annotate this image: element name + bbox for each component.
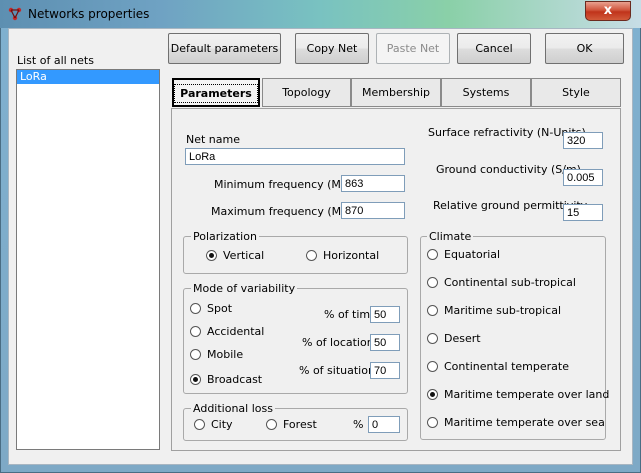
forest-label: Forest bbox=[283, 418, 317, 431]
time-pct-input[interactable] bbox=[370, 306, 400, 323]
climate-maritime-temperate-land-radio[interactable] bbox=[427, 389, 438, 400]
mobile-radio[interactable] bbox=[190, 349, 201, 360]
locations-pct-label: % of locations bbox=[302, 336, 380, 349]
vertical-radio[interactable] bbox=[206, 250, 217, 261]
accidental-label: Accidental bbox=[207, 325, 265, 338]
city-label: City bbox=[211, 418, 233, 431]
climate-continental-subtropical-radio[interactable] bbox=[427, 277, 438, 288]
close-icon: x bbox=[603, 3, 613, 18]
copy-net-button[interactable]: Copy Net bbox=[295, 33, 369, 64]
broadcast-label: Broadcast bbox=[207, 373, 263, 386]
min-frequency-label: Minimum frequency (MHz) bbox=[214, 178, 360, 191]
paste-net-button[interactable]: Paste Net bbox=[376, 33, 450, 64]
close-button[interactable]: x bbox=[585, 1, 631, 21]
ground-conductivity-input[interactable] bbox=[563, 169, 603, 186]
vertical-label: Vertical bbox=[223, 249, 265, 262]
time-pct-label: % of time bbox=[324, 308, 377, 321]
climate-maritime-subtropical-label: Maritime sub-tropical bbox=[444, 304, 562, 317]
climate-maritime-temperate-sea-radio[interactable] bbox=[427, 417, 438, 428]
surface-refractivity-input[interactable] bbox=[563, 132, 603, 149]
climate-desert-radio[interactable] bbox=[427, 333, 438, 344]
loss-pct-input[interactable] bbox=[368, 416, 400, 433]
tab-style[interactable]: Style bbox=[531, 78, 621, 107]
default-parameters-button[interactable]: Default parameters bbox=[168, 33, 281, 64]
climate-legend: Climate bbox=[427, 230, 474, 243]
spot-radio[interactable] bbox=[190, 303, 201, 314]
climate-continental-temperate-label: Continental temperate bbox=[444, 360, 569, 373]
list-item[interactable]: LoRa bbox=[17, 70, 159, 84]
ground-conductivity-label: Ground conductivity (S/m) bbox=[436, 163, 581, 176]
horizontal-label: Horizontal bbox=[323, 249, 380, 262]
situations-pct-input[interactable] bbox=[370, 362, 400, 379]
climate-maritime-temperate-sea-label: Maritime temperate over sea bbox=[444, 416, 605, 429]
nets-listbox[interactable]: LoRa bbox=[16, 69, 160, 450]
spot-label: Spot bbox=[207, 302, 233, 315]
ok-button[interactable]: OK bbox=[545, 33, 624, 64]
situations-pct-label: % of situations bbox=[299, 364, 381, 377]
climate-maritime-temperate-land-label: Maritime temperate over land bbox=[444, 388, 610, 401]
min-frequency-input[interactable] bbox=[341, 175, 405, 192]
tab-parameters[interactable]: Parameters bbox=[172, 78, 260, 107]
city-radio[interactable] bbox=[194, 419, 205, 430]
climate-maritime-subtropical-radio[interactable] bbox=[427, 305, 438, 316]
locations-pct-input[interactable] bbox=[370, 334, 400, 351]
climate-equatorial-label: Equatorial bbox=[444, 248, 501, 261]
broadcast-radio[interactable] bbox=[190, 374, 201, 385]
tab-topology[interactable]: Topology bbox=[262, 78, 351, 107]
max-frequency-label: Maximum frequency (MHz) bbox=[211, 205, 360, 218]
net-name-label: Net name bbox=[186, 133, 241, 146]
app-network-icon bbox=[8, 7, 22, 21]
accidental-radio[interactable] bbox=[190, 326, 201, 337]
loss-pct-label: % bbox=[353, 418, 364, 431]
additional-loss-legend: Additional loss bbox=[191, 402, 275, 415]
climate-continental-subtropical-label: Continental sub-tropical bbox=[444, 276, 576, 289]
climate-continental-temperate-radio[interactable] bbox=[427, 361, 438, 372]
tab-membership[interactable]: Membership bbox=[351, 78, 441, 107]
max-frequency-input[interactable] bbox=[341, 202, 405, 219]
forest-radio[interactable] bbox=[266, 419, 277, 430]
window-title: Networks properties bbox=[28, 7, 150, 21]
horizontal-radio[interactable] bbox=[306, 250, 317, 261]
mobile-label: Mobile bbox=[207, 348, 244, 361]
relative-permittivity-input[interactable] bbox=[563, 204, 603, 221]
climate-equatorial-radio[interactable] bbox=[427, 249, 438, 260]
variability-legend: Mode of variability bbox=[191, 282, 298, 295]
climate-desert-label: Desert bbox=[444, 332, 481, 345]
polarization-legend: Polarization bbox=[191, 230, 259, 243]
tab-systems[interactable]: Systems bbox=[441, 78, 531, 107]
net-name-input[interactable] bbox=[185, 148, 405, 165]
nets-list-label: List of all nets bbox=[17, 54, 94, 67]
cancel-button[interactable]: Cancel bbox=[457, 33, 531, 64]
